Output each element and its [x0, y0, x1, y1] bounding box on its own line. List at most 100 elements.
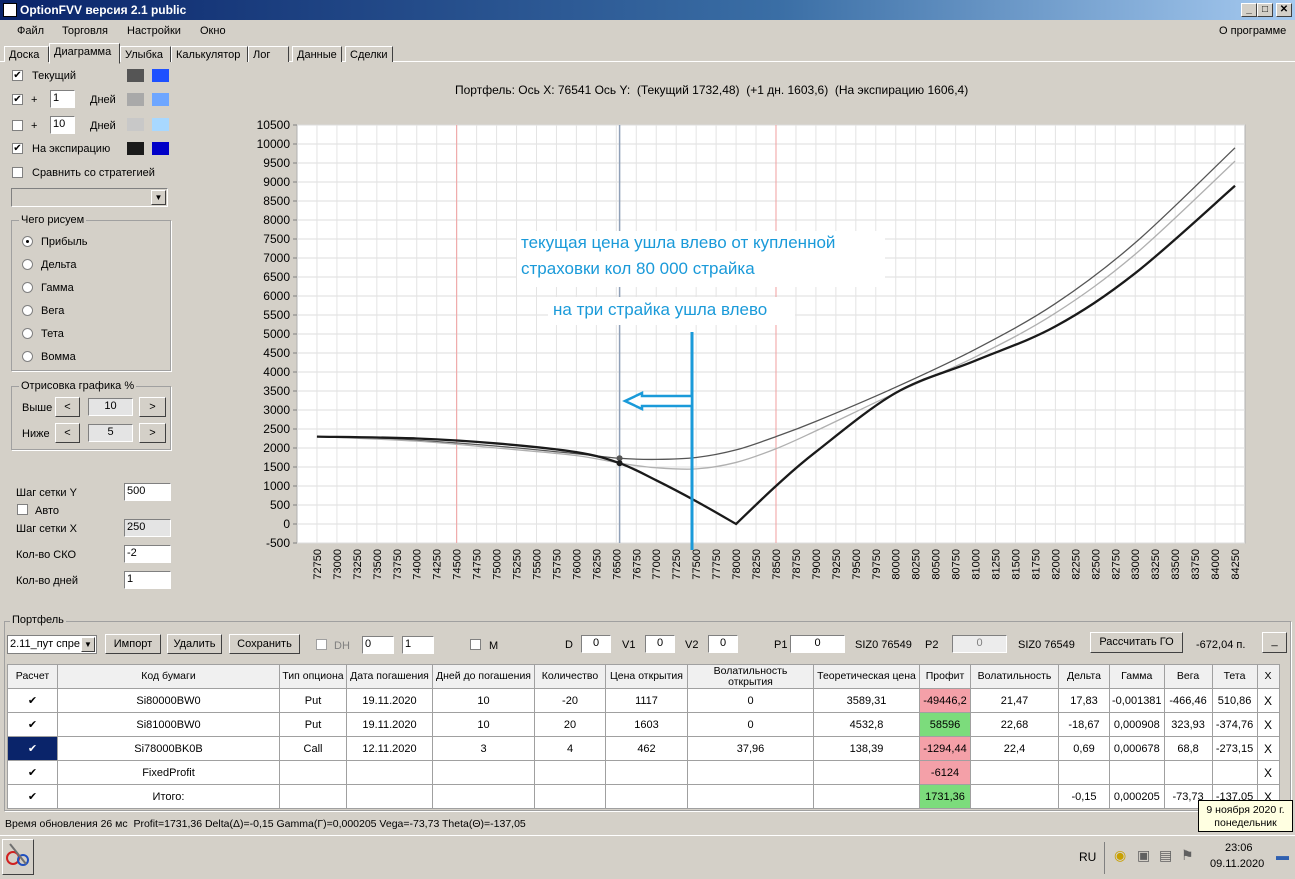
save-button[interactable]: Сохранить: [229, 634, 300, 654]
plus1-color-swatch[interactable]: [127, 93, 144, 106]
tab-board[interactable]: Доска: [4, 46, 49, 63]
plus1-checkbox[interactable]: ✔: [12, 94, 23, 105]
column-header[interactable]: Дата погашения: [346, 664, 433, 689]
column-header[interactable]: Количество: [534, 664, 606, 689]
column-header[interactable]: Тета: [1211, 664, 1258, 689]
row-delete-button[interactable]: X: [1256, 688, 1280, 713]
m-checkbox[interactable]: [470, 639, 481, 650]
radio-theta[interactable]: [22, 328, 33, 339]
portfolio-minimize-button[interactable]: _: [1262, 632, 1287, 653]
tab-data[interactable]: Данные: [292, 46, 342, 63]
d-field[interactable]: 0: [581, 635, 611, 653]
column-header[interactable]: Теоретическая цена: [813, 664, 920, 689]
column-header[interactable]: Цена открытия: [605, 664, 688, 689]
column-header[interactable]: Дней до погашения: [432, 664, 535, 689]
show-desktop-icon[interactable]: ▬: [1276, 848, 1289, 863]
column-header[interactable]: Гамма: [1109, 664, 1165, 689]
tab-log[interactable]: Лог: [248, 46, 289, 63]
expiry-color-swatch-2[interactable]: [152, 142, 169, 155]
table-row[interactable]: ✔ Si80000BW0 Put 19.11.2020 10 -20 1117 0 3589,3…: [7, 688, 1280, 713]
row-delete-button[interactable]: X: [1256, 736, 1280, 761]
radio-profit[interactable]: [22, 236, 33, 247]
row-calc-checkbox[interactable]: ✔: [7, 712, 58, 737]
column-header[interactable]: Волатильность открытия: [687, 664, 814, 689]
radio-gamma[interactable]: [22, 282, 33, 293]
close-button[interactable]: ✕: [1276, 3, 1292, 17]
column-header[interactable]: Вега: [1163, 664, 1213, 689]
column-header[interactable]: Волатильность: [970, 664, 1059, 689]
radio-vega[interactable]: [22, 305, 33, 316]
radio-delta[interactable]: [22, 259, 33, 270]
clock-time[interactable]: 23:06: [1225, 842, 1253, 854]
menu-settings[interactable]: Настройки: [127, 25, 181, 37]
current-color-swatch-2[interactable]: [152, 69, 169, 82]
strategy-dropdown[interactable]: ▼: [11, 188, 168, 207]
menu-about[interactable]: О программе: [1219, 25, 1286, 37]
language-indicator[interactable]: RU: [1079, 850, 1096, 864]
above-decrease-button[interactable]: <: [55, 397, 80, 417]
dh-spin1[interactable]: 0: [362, 636, 394, 654]
current-checkbox[interactable]: ✔: [12, 70, 23, 81]
tab-smile[interactable]: Улыбка: [120, 46, 171, 63]
gridY-field[interactable]: 500: [124, 483, 171, 501]
ndays-field[interactable]: 1: [124, 571, 171, 589]
portfolio-combo[interactable]: 2.11_пут спре ▼: [7, 635, 97, 654]
sko-field[interactable]: -2: [124, 545, 171, 563]
tray-flag-icon[interactable]: ⚑: [1181, 847, 1194, 864]
current-color-swatch[interactable]: [127, 69, 144, 82]
table-row[interactable]: ✔ FixedProfit -6124 X: [7, 760, 1280, 785]
clock-date[interactable]: 09.11.2020: [1210, 858, 1264, 870]
above-increase-button[interactable]: >: [139, 397, 166, 417]
tab-diagram[interactable]: Диаграмма: [49, 43, 120, 64]
dh-checkbox[interactable]: [316, 639, 327, 650]
chevron-down-icon[interactable]: ▼: [81, 637, 95, 652]
delete-button[interactable]: Удалить: [167, 634, 222, 654]
compare-checkbox[interactable]: [12, 167, 23, 178]
auto-checkbox[interactable]: [17, 504, 28, 515]
v2-field[interactable]: 0: [708, 635, 738, 653]
table-row[interactable]: ✔ Si78000BK0B Call 12.11.2020 3 4 462 37,96 138,…: [7, 736, 1280, 761]
column-header[interactable]: Профит: [919, 664, 971, 689]
row-calc-checkbox[interactable]: ✔: [7, 736, 58, 761]
below-increase-button[interactable]: >: [139, 423, 166, 443]
v1-field[interactable]: 0: [645, 635, 675, 653]
calc-go-button[interactable]: Рассчитать ГО: [1090, 632, 1183, 653]
days2-field[interactable]: 10: [50, 116, 75, 134]
maximize-button[interactable]: □: [1257, 3, 1273, 17]
menu-trading[interactable]: Торговля: [62, 25, 108, 37]
plus2-checkbox[interactable]: [12, 120, 23, 131]
column-header[interactable]: Код бумаги: [57, 664, 280, 689]
row-delete-button[interactable]: X: [1256, 760, 1280, 785]
menu-window[interactable]: Окно: [200, 25, 226, 37]
column-header[interactable]: Дельта: [1058, 664, 1110, 689]
plus2-color-swatch-2[interactable]: [152, 118, 169, 131]
column-header[interactable]: X: [1256, 664, 1280, 689]
expiry-checkbox[interactable]: ✔: [12, 143, 23, 154]
days1-field[interactable]: 1: [50, 90, 75, 108]
chevron-down-icon[interactable]: ▼: [151, 190, 166, 205]
column-header[interactable]: Тип опциона: [279, 664, 347, 689]
dh-spin2[interactable]: 1: [402, 636, 434, 654]
table-row[interactable]: ✔ Si81000BW0 Put 19.11.2020 10 20 1603 0 4532,8 5…: [7, 712, 1280, 737]
row-calc-checkbox[interactable]: ✔: [7, 784, 58, 809]
tray-app-icon[interactable]: ◉: [1114, 847, 1126, 864]
row-calc-checkbox[interactable]: ✔: [7, 760, 58, 785]
tray-monitor-icon[interactable]: ▣: [1137, 847, 1150, 864]
tab-deals[interactable]: Сделки: [345, 46, 393, 63]
column-header[interactable]: Расчет: [7, 664, 58, 689]
table-row[interactable]: ✔ Итого: 1731,36 -0,15 0,000205 -73,73 -137,05…: [7, 784, 1280, 809]
tab-calculator[interactable]: Калькулятор: [171, 46, 248, 63]
plus1-color-swatch-2[interactable]: [152, 93, 169, 106]
below-decrease-button[interactable]: <: [55, 423, 80, 443]
radio-vomma[interactable]: [22, 351, 33, 362]
minimize-button[interactable]: _: [1241, 3, 1257, 17]
plus2-color-swatch[interactable]: [127, 118, 144, 131]
tray-network-icon[interactable]: ▤: [1159, 847, 1172, 864]
menu-file[interactable]: Файл: [17, 25, 44, 37]
start-button[interactable]: [2, 839, 34, 875]
row-delete-button[interactable]: X: [1256, 712, 1280, 737]
p1-field[interactable]: 0: [790, 635, 845, 653]
expiry-color-swatch[interactable]: [127, 142, 144, 155]
row-calc-checkbox[interactable]: ✔: [7, 688, 58, 713]
import-button[interactable]: Импорт: [105, 634, 161, 654]
